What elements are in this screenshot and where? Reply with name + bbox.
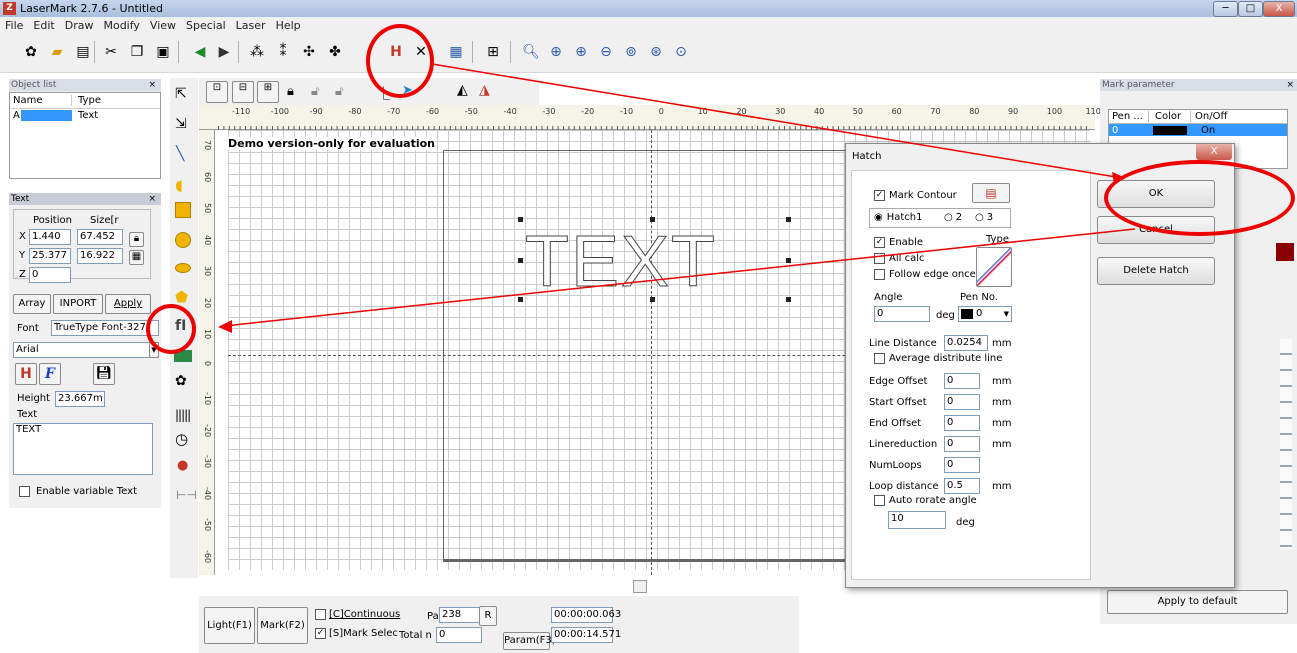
annotation-arrows <box>218 63 1136 333</box>
arrow-head-text-tool <box>218 320 232 333</box>
arrow-ok-to-text-tool <box>223 228 1136 327</box>
arrow-head-ok <box>1112 172 1126 184</box>
arrow-hatch-to-ok <box>431 63 1123 179</box>
